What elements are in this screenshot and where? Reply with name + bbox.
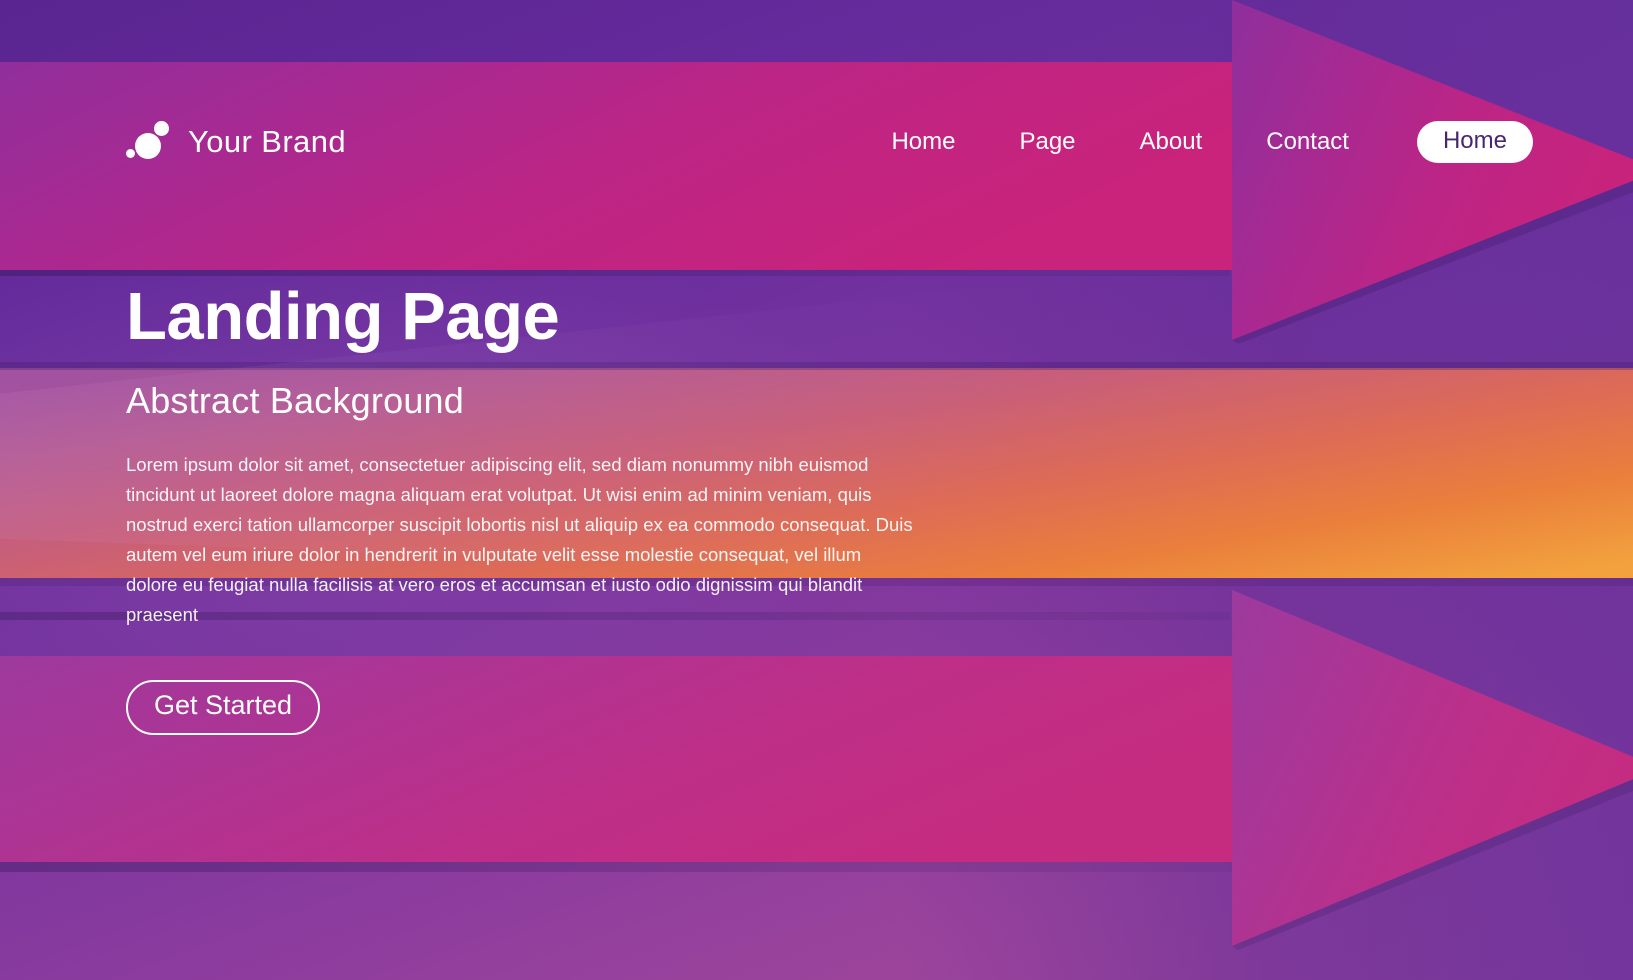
bubble-large [135,133,161,159]
get-started-button[interactable]: Get Started [126,680,321,735]
bubbles-icon [126,119,172,165]
nav-item-about[interactable]: About [1108,122,1235,162]
hero-section: Landing Page Abstract Background Lorem i… [126,279,946,735]
site-header: Your Brand Home Page About Contact Home [0,104,1633,180]
main-navigation: Home Page About Contact Home [859,120,1533,164]
hero-paragraph: Lorem ipsum dolor sit amet, consectetuer… [126,454,913,626]
nav-item-page[interactable]: Page [987,122,1107,162]
brand-name: Your Brand [188,124,346,159]
brand-logo[interactable]: Your Brand [126,119,346,165]
header-cta-button[interactable]: Home [1416,120,1533,164]
nav-item-contact[interactable]: Contact [1234,122,1381,162]
landing-page: Your Brand Home Page About Contact Home … [0,0,1633,980]
hero-title: Landing Page [126,279,560,354]
nav-item-home[interactable]: Home [859,122,987,162]
bubble-small [126,149,135,158]
bubble-medium [154,121,169,136]
hero-subtitle: Abstract Background [126,380,464,422]
